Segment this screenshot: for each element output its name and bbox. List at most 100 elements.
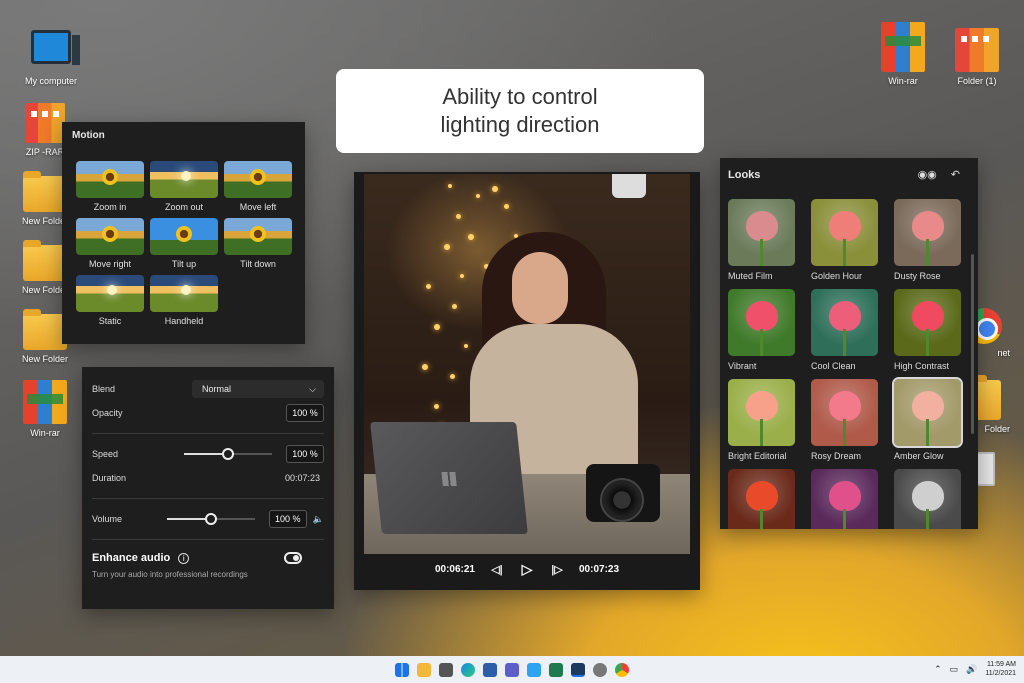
folder-icon (23, 240, 67, 281)
undo-icon[interactable]: ↶ (951, 168, 960, 181)
bokeh-light (460, 274, 464, 278)
info-icon[interactable]: i (178, 552, 190, 564)
motion-option-label: Handheld (164, 316, 204, 326)
bokeh-light (450, 374, 455, 379)
look-label: Vibrant (728, 361, 757, 371)
speed-slider[interactable] (184, 448, 272, 460)
slider-handle[interactable] (204, 513, 217, 525)
motion-option-tilt-up[interactable]: Tilt up (150, 218, 218, 269)
start-icon[interactable] (395, 662, 409, 677)
pendant-lamp (612, 174, 646, 198)
look-option[interactable]: High Contrast (894, 289, 961, 371)
desktop-icon-win-rar-right[interactable]: Win-rar (868, 22, 938, 86)
motion-panel: Motion Zoom in Zoom out Move left Move r… (62, 122, 305, 344)
properties-panel: Blend Normal ⌵ Opacity 100 % Speed 100 %… (82, 367, 334, 609)
look-thumbnail (728, 379, 795, 446)
look-option[interactable] (728, 469, 795, 529)
look-thumbnail (894, 469, 961, 529)
total-time: 00:07:23 (579, 563, 620, 575)
network-icon[interactable]: ▭ (950, 664, 959, 675)
active-app-icon[interactable] (571, 662, 585, 677)
folder-icon (23, 171, 67, 212)
store-icon[interactable] (483, 662, 497, 677)
volume-input[interactable]: 100 % (268, 510, 307, 528)
desktop-icon-win-rar-left[interactable]: Win-rar (10, 380, 80, 438)
motion-option-move-right[interactable]: Move right (76, 218, 144, 269)
compare-icon[interactable]: ◉◉ (918, 168, 937, 181)
divider (92, 498, 324, 499)
chevron-up-icon[interactable]: ⌃ (934, 664, 942, 675)
motion-option-zoom-in[interactable]: Zoom in (76, 161, 144, 212)
motion-option-label: Zoom out (164, 202, 204, 212)
desktop-icon-label: Win-rar (888, 76, 918, 86)
look-option[interactable] (894, 469, 961, 529)
look-thumbnail (894, 289, 961, 356)
motion-panel-title: Motion (72, 130, 105, 141)
volume-icon[interactable]: 🔊 (966, 664, 977, 675)
look-thumbnail (811, 469, 878, 529)
playback-controls: 00:06:21 ◁| ▷ |▷ 00:07:23 (354, 561, 700, 577)
camera (586, 464, 660, 522)
camera-app-icon[interactable] (439, 662, 453, 677)
look-option[interactable]: Golden Hour (811, 199, 878, 281)
look-label: Golden Hour (811, 271, 863, 281)
look-label: Rosy Dream (811, 451, 862, 461)
opacity-input[interactable]: 100 % (286, 404, 324, 422)
look-option[interactable]: Cool Clean (811, 289, 878, 371)
look-option[interactable]: Vibrant (728, 289, 795, 371)
look-option[interactable]: Dusty Rose (894, 199, 961, 281)
motion-option-static[interactable]: Static (76, 275, 144, 326)
volume-slider[interactable] (166, 513, 255, 525)
teams-icon[interactable] (505, 662, 519, 677)
bokeh-light (456, 214, 461, 219)
fast-forward-icon[interactable]: |▷ (549, 562, 565, 576)
system-tray: ⌃ ▭ 🔊 11:59 AM 11/2/2021 (934, 660, 1016, 678)
video-frame[interactable] (364, 174, 690, 554)
look-label: Muted Film (728, 271, 773, 281)
divider (92, 433, 324, 434)
photos-icon[interactable] (549, 662, 563, 677)
enhance-audio-toggle[interactable] (284, 552, 302, 564)
taskbar-clock[interactable]: 11:59 AM 11/2/2021 (985, 660, 1016, 678)
speed-input[interactable]: 100 % (286, 445, 324, 463)
look-label: Dusty Rose (894, 271, 941, 281)
motion-option-label: Tilt down (240, 259, 276, 269)
look-label: High Contrast (894, 361, 950, 371)
duration-label: Duration (92, 473, 127, 483)
speaker-icon[interactable]: 🔈 (313, 514, 324, 525)
desktop-icon-folder-1[interactable]: Folder (1) (942, 28, 1012, 86)
windows-logo-icon (441, 472, 457, 486)
file-explorer-icon[interactable] (417, 662, 431, 677)
divider (92, 539, 324, 540)
edge-icon[interactable] (461, 662, 475, 677)
motion-option-tilt-down[interactable]: Tilt down (224, 218, 292, 269)
chrome-taskbar-icon[interactable] (615, 662, 629, 677)
bokeh-light (434, 324, 440, 330)
settings-icon[interactable] (593, 662, 607, 677)
look-option[interactable]: Rosy Dream (811, 379, 878, 461)
bokeh-light (468, 234, 474, 240)
motion-thumbnail (224, 218, 292, 255)
motion-option-handheld[interactable]: Handheld (150, 275, 218, 326)
looks-grid: Muted Film Golden Hour Dusty Rose Vibrant Co… (728, 199, 970, 529)
look-option[interactable]: Muted Film (728, 199, 795, 281)
maps-icon[interactable] (527, 662, 541, 677)
look-option[interactable]: Amber Glow (892, 377, 963, 461)
motion-option-zoom-out[interactable]: Zoom out (150, 161, 218, 212)
blend-label: Blend (92, 384, 116, 394)
bokeh-light (434, 404, 439, 409)
slider-handle[interactable] (222, 448, 234, 460)
look-option[interactable] (811, 469, 878, 529)
desktop-icon-my-computer[interactable]: My computer (16, 30, 86, 86)
look-option[interactable]: Bright Editorial (728, 379, 795, 461)
bokeh-light (452, 304, 457, 309)
motion-option-move-left[interactable]: Move left (224, 161, 292, 212)
looks-scrollbar[interactable] (971, 254, 974, 434)
rewind-icon[interactable]: ◁| (489, 562, 505, 576)
look-thumbnail (892, 377, 963, 448)
feature-title-line-2: lighting direction (440, 112, 600, 137)
blend-select[interactable]: Normal ⌵ (192, 380, 324, 398)
feature-title-card: Ability to control lighting direction (336, 69, 704, 153)
play-icon[interactable]: ▷ (519, 561, 535, 577)
motion-grid: Zoom in Zoom out Move left Move right Ti… (76, 161, 295, 326)
